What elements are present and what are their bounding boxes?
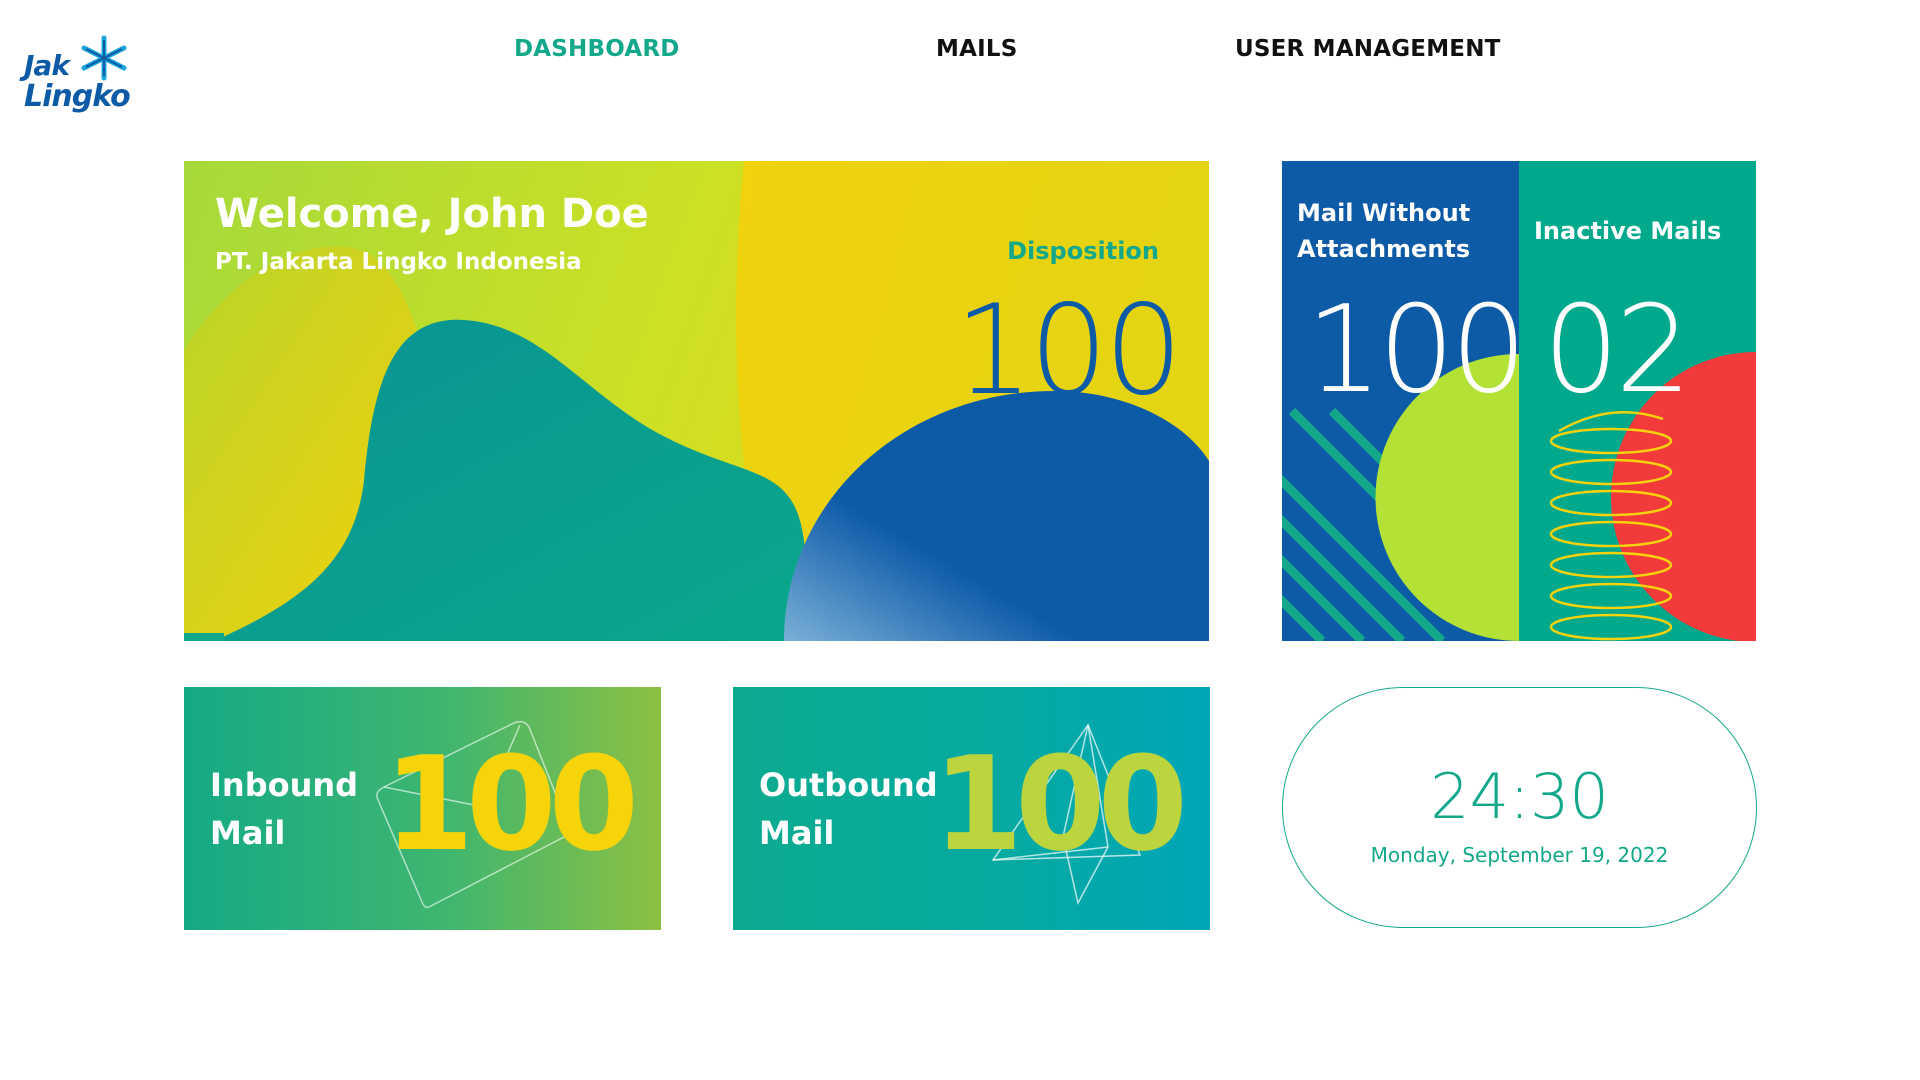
- inactive-mails-value: 02: [1543, 281, 1692, 420]
- clock-date: Monday, September 19, 2022: [1370, 843, 1669, 867]
- logo-star-icon: [81, 35, 127, 81]
- inbound-mail-label-1: Inbound: [210, 766, 359, 804]
- inbound-mail-card[interactable]: Inbound Mail 100: [184, 687, 661, 930]
- welcome-banner: Welcome, John Doe PT. Jakarta Lingko Ind…: [184, 161, 1209, 641]
- inbound-mail-label-2: Mail: [210, 814, 286, 852]
- outbound-mail-label-1: Outbound: [759, 766, 938, 804]
- clock-time: 24:30: [1430, 760, 1609, 833]
- inbound-mail-value: 100: [383, 728, 639, 880]
- outbound-mail-value: 100: [932, 728, 1188, 880]
- clock-widget: 24:30 Monday, September 19, 2022: [1282, 687, 1757, 928]
- nav-mails[interactable]: MAILS: [936, 36, 1017, 68]
- mail-without-attachments-label-1: Mail Without: [1297, 199, 1471, 227]
- disposition-value: 100: [954, 279, 1183, 423]
- outbound-mail-label-2: Mail: [759, 814, 835, 852]
- logo[interactable]: Jak Lingko: [22, 34, 132, 120]
- mail-without-attachments-panel[interactable]: Mail Without Attachments 100: [1282, 161, 1519, 641]
- nav-user-management[interactable]: USER MANAGEMENT: [1235, 36, 1501, 68]
- logo-text-jak: Jak: [24, 49, 70, 82]
- logo-text-lingko: Lingko: [24, 79, 131, 114]
- mail-without-attachments-label-2: Attachments: [1297, 235, 1471, 263]
- company-name: PT. Jakarta Lingko Indonesia: [215, 249, 582, 275]
- outbound-mail-card[interactable]: Outbound Mail 100: [733, 687, 1210, 930]
- inactive-mails-panel[interactable]: Inactive Mails 02: [1519, 161, 1756, 641]
- mail-without-attachments-value: 100: [1306, 281, 1519, 420]
- inactive-mails-label: Inactive Mails: [1534, 217, 1722, 245]
- disposition-label: Disposition: [1007, 237, 1159, 265]
- nav-dashboard[interactable]: DASHBOARD: [514, 36, 680, 68]
- welcome-title: Welcome, John Doe: [215, 191, 649, 237]
